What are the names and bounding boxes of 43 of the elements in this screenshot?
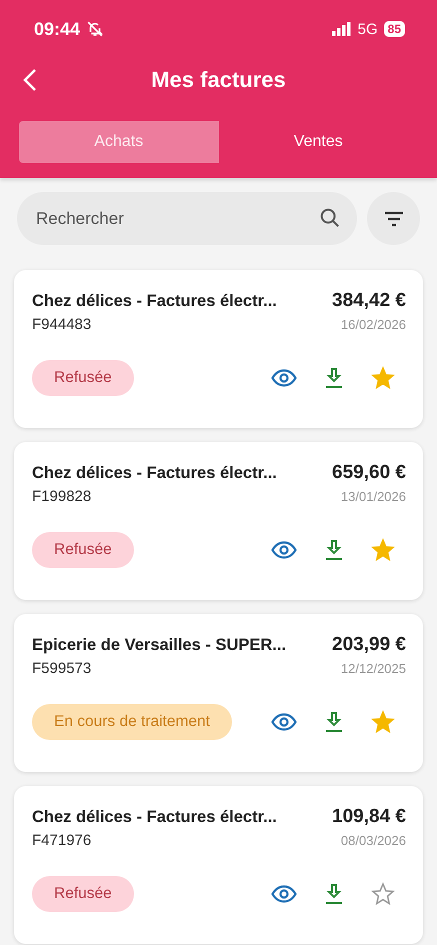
status-badge: Refusée — [32, 876, 134, 912]
invoice-card[interactable]: Epicerie de Versailles - SUPER... 203,99 € F599573 12/12/2025 En cours de traitement — [14, 614, 423, 772]
invoice-amount: 384,42 € — [332, 290, 406, 312]
signal-icon — [332, 22, 352, 36]
invoice-title: Chez délices - Factures électr... — [32, 292, 277, 311]
clock: 09:44 — [34, 18, 80, 40]
invoice-number: F471976 — [32, 832, 92, 849]
battery-level: 85 — [384, 21, 405, 37]
invoice-card[interactable]: Chez délices - Factures électr... 384,42 € F944483 16/02/2026 Refusée — [14, 270, 423, 428]
invoice-date: 16/02/2026 — [340, 317, 406, 332]
muted-bell-icon — [86, 20, 104, 38]
favorite-button[interactable] — [371, 882, 395, 906]
download-button[interactable] — [325, 539, 343, 561]
status-badge: Refusée — [32, 360, 134, 396]
invoice-amount: 659,60 € — [332, 462, 406, 484]
invoice-date: 08/03/2026 — [340, 833, 406, 848]
view-button[interactable] — [271, 541, 297, 559]
download-button[interactable] — [325, 711, 343, 733]
search-field[interactable]: Rechercher — [17, 192, 357, 245]
invoice-title: Chez délices - Factures électr... — [32, 464, 277, 483]
tab[interactable]: Ventes — [218, 121, 418, 163]
invoice-number: F199828 — [32, 488, 92, 505]
invoice-date: 13/01/2026 — [340, 489, 406, 504]
view-button[interactable] — [271, 713, 297, 731]
page-title: Mes factures — [151, 67, 286, 93]
status-badge: En cours de traitement — [32, 704, 232, 740]
search-icon — [319, 207, 341, 229]
view-button[interactable] — [271, 885, 297, 903]
invoice-title: Epicerie de Versailles - SUPER... — [32, 636, 286, 655]
download-button[interactable] — [325, 883, 343, 905]
invoice-date: 12/12/2025 — [340, 661, 406, 676]
invoice-number: F599573 — [32, 660, 92, 677]
invoice-card[interactable]: Chez délices - Factures électr... 109,84 € F471976 08/03/2026 Refusée — [14, 786, 423, 944]
invoice-title: Chez délices - Factures électr... — [32, 808, 277, 827]
invoice-number: F944483 — [32, 316, 92, 333]
network-label: 5G — [358, 20, 378, 38]
invoice-card[interactable]: Chez délices - Factures électr... 659,60 € F199828 13/01/2026 Refusée — [14, 442, 423, 600]
status-badge: Refusée — [32, 532, 134, 568]
invoice-amount: 109,84 € — [332, 806, 406, 828]
view-button[interactable] — [271, 369, 297, 387]
filter-icon — [384, 210, 404, 226]
download-button[interactable] — [325, 367, 343, 389]
invoice-amount: 203,99 € — [332, 634, 406, 656]
